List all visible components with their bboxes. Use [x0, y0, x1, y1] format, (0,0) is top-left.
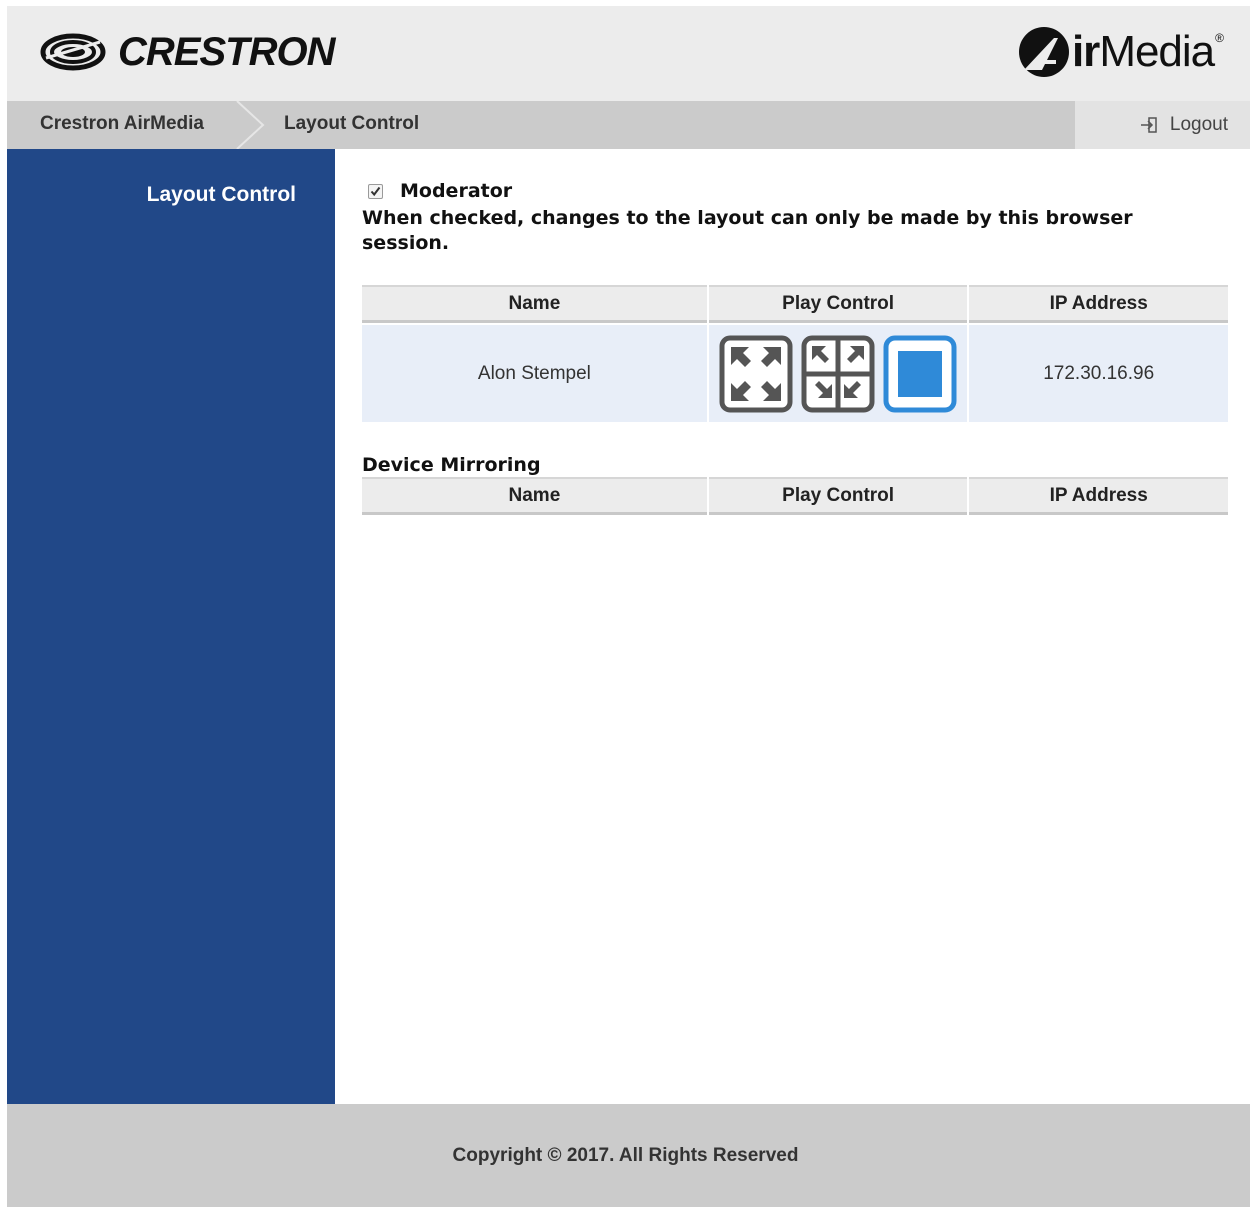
table-row: Alon Stempel 172.30.16.96 — [362, 325, 1228, 422]
moderator-description: When checked, changes to the layout can … — [362, 207, 1133, 254]
logout-button[interactable]: Logout — [1075, 101, 1250, 149]
quad-layout-icon[interactable] — [801, 335, 875, 413]
airmedia-registered-mark: ® — [1215, 31, 1224, 45]
stop-icon[interactable] — [883, 335, 957, 413]
logout-label: Logout — [1169, 114, 1228, 135]
column-header-ip-address: IP Address — [969, 285, 1228, 323]
moderator-row: Moderator — [368, 180, 512, 202]
play-control-cell — [708, 325, 968, 422]
ip-address-cell: 172.30.16.96 — [969, 325, 1228, 422]
checkmark-icon — [370, 186, 381, 196]
logout-icon — [1140, 117, 1157, 133]
device-mirroring-header: Name Play Control IP Address — [362, 477, 1228, 515]
airmedia-media: Media — [1099, 27, 1215, 76]
moderator-label: Moderator — [400, 180, 513, 202]
moderator-checkbox[interactable] — [368, 183, 383, 199]
sidebar: Layout Control — [7, 149, 335, 1104]
crestron-wordmark: CRESTRON — [118, 30, 335, 74]
airmedia-logo: ir Media ® — [1016, 24, 1224, 80]
column-header-name: Name — [362, 477, 707, 515]
breadcrumb-chevron-icon — [236, 101, 265, 149]
airmedia-a-icon — [1018, 27, 1069, 77]
users-table: Name Play Control IP Address Alon Stempe… — [360, 283, 1230, 424]
device-mirroring-title: Device Mirroring — [362, 454, 541, 476]
column-header-name: Name — [362, 285, 707, 323]
fullscreen-icon[interactable] — [719, 335, 793, 413]
device-mirroring-table: Name Play Control IP Address — [360, 475, 1230, 517]
crestron-logo: CRESTRON — [40, 30, 335, 74]
crestron-swirl-icon — [40, 33, 106, 71]
airmedia-ir: ir — [1071, 27, 1100, 76]
user-name-cell: Alon Stempel — [362, 325, 707, 422]
breadcrumb: Crestron AirMedia Layout Control Logout — [7, 101, 1250, 149]
users-table-header: Name Play Control IP Address — [362, 285, 1228, 323]
breadcrumb-layout-control[interactable]: Layout Control — [284, 101, 419, 149]
column-header-play-control: Play Control — [708, 477, 968, 515]
app-frame: CRESTRON ir Media ® Crestron AirMedia Layo… — [7, 6, 1250, 1207]
column-header-play-control: Play Control — [708, 285, 968, 323]
header: CRESTRON ir Media ® — [7, 6, 1250, 101]
footer: Copyright © 2017. All Rights Reserved — [7, 1104, 1250, 1207]
breadcrumb-crestron-airmedia[interactable]: Crestron AirMedia — [40, 101, 204, 149]
copyright-text: Copyright © 2017. All Rights Reserved — [452, 1144, 799, 1166]
column-header-ip-address: IP Address — [969, 477, 1228, 515]
sidebar-item-layout-control[interactable]: Layout Control — [147, 183, 296, 207]
